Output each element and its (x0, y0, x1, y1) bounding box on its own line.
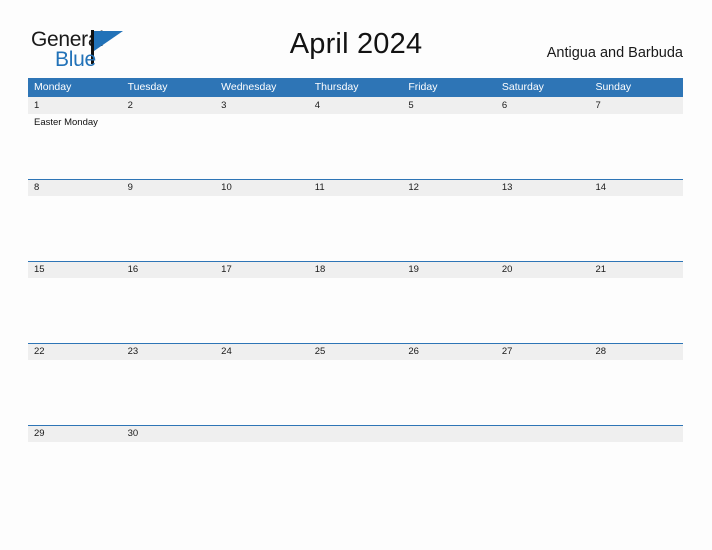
week-body-row (28, 278, 683, 343)
day-cell[interactable] (589, 442, 683, 507)
day-cell[interactable] (589, 278, 683, 343)
day-number[interactable]: 18 (309, 262, 403, 278)
weekday-header-thursday: Thursday (314, 81, 359, 93)
day-cell[interactable]: Easter Monday (28, 114, 122, 179)
day-number[interactable]: 14 (589, 180, 683, 196)
weekday-header-tuesday: Tuesday (127, 81, 168, 93)
calendar-week-row: 15 16 17 18 19 20 21 (28, 261, 683, 343)
day-number[interactable]: 12 (402, 180, 496, 196)
week-body-row (28, 196, 683, 261)
week-body-row: Easter Monday (28, 114, 683, 179)
day-number[interactable]: 17 (215, 262, 309, 278)
week-body-row (28, 442, 683, 507)
day-number[interactable]: 28 (589, 344, 683, 360)
day-cell[interactable] (589, 360, 683, 425)
weekday-header-saturday: Saturday (501, 81, 544, 93)
day-number[interactable]: 24 (215, 344, 309, 360)
day-number[interactable]: 4 (309, 98, 403, 114)
week-date-band: 29 30 (28, 425, 683, 442)
day-number[interactable]: 25 (309, 344, 403, 360)
day-cell[interactable] (215, 442, 309, 507)
day-cell[interactable] (122, 114, 216, 179)
day-cell[interactable] (402, 114, 496, 179)
calendar-week-row: 29 30 (28, 425, 683, 507)
day-cell[interactable] (215, 114, 309, 179)
day-cell[interactable] (309, 360, 403, 425)
day-number[interactable]: 13 (496, 180, 590, 196)
calendar-weeks: 1 2 3 4 5 6 7 Easter Monday 8 9 10 11 12 13 14 15 16 17 18… (28, 97, 683, 507)
day-number[interactable]: 3 (215, 98, 309, 114)
day-number[interactable]: 2 (122, 98, 216, 114)
weekday-header-monday: Monday (34, 81, 72, 93)
day-cell[interactable] (496, 442, 590, 507)
day-cell[interactable] (309, 196, 403, 261)
day-number[interactable]: 27 (496, 344, 590, 360)
day-cell[interactable] (122, 278, 216, 343)
day-number-empty (589, 426, 683, 442)
holiday-event: Easter Monday (34, 117, 98, 128)
calendar-week-row: 22 23 24 25 26 27 28 (28, 343, 683, 425)
day-cell[interactable] (402, 278, 496, 343)
week-date-band: 8 9 10 11 12 13 14 (28, 179, 683, 196)
day-cell[interactable] (215, 196, 309, 261)
day-number[interactable]: 5 (402, 98, 496, 114)
calendar-week-row: 8 9 10 11 12 13 14 (28, 179, 683, 261)
day-number[interactable]: 30 (122, 426, 216, 442)
day-number[interactable]: 26 (402, 344, 496, 360)
day-number[interactable]: 7 (589, 98, 683, 114)
day-number[interactable]: 15 (28, 262, 122, 278)
weekday-header-friday: Friday (408, 81, 438, 93)
day-number-empty (215, 426, 309, 442)
week-date-band: 15 16 17 18 19 20 21 (28, 261, 683, 278)
calendar-page: General Blue April 2024 Antigua and Barb… (0, 0, 712, 550)
day-number[interactable]: 19 (402, 262, 496, 278)
day-cell[interactable] (215, 278, 309, 343)
day-number[interactable]: 11 (309, 180, 403, 196)
day-cell[interactable] (28, 196, 122, 261)
day-number-empty (496, 426, 590, 442)
day-cell[interactable] (496, 360, 590, 425)
day-cell[interactable] (309, 114, 403, 179)
day-cell[interactable] (589, 114, 683, 179)
day-cell[interactable] (589, 196, 683, 261)
day-number[interactable]: 21 (589, 262, 683, 278)
day-cell[interactable] (309, 442, 403, 507)
day-number-empty (309, 426, 403, 442)
day-cell[interactable] (309, 278, 403, 343)
day-number[interactable]: 9 (122, 180, 216, 196)
day-cell[interactable] (402, 196, 496, 261)
day-cell[interactable] (122, 196, 216, 261)
day-cell[interactable] (28, 442, 122, 507)
day-cell[interactable] (402, 360, 496, 425)
day-number[interactable]: 20 (496, 262, 590, 278)
day-cell[interactable] (215, 360, 309, 425)
day-number[interactable]: 6 (496, 98, 590, 114)
day-cell[interactable] (496, 196, 590, 261)
day-number[interactable]: 1 (28, 98, 122, 114)
day-number[interactable]: 16 (122, 262, 216, 278)
weekday-header-row: Monday Tuesday Wednesday Thursday Friday Satu… (28, 78, 683, 97)
day-number[interactable]: 23 (122, 344, 216, 360)
day-number[interactable]: 29 (28, 426, 122, 442)
week-date-band: 1234567 (28, 97, 683, 114)
day-number[interactable]: 22 (28, 344, 122, 360)
week-body-row (28, 360, 683, 425)
weekday-header-sunday: Sunday (595, 81, 632, 93)
day-cell[interactable] (496, 278, 590, 343)
day-cell[interactable] (402, 442, 496, 507)
day-number-empty (402, 426, 496, 442)
day-cell[interactable] (28, 278, 122, 343)
country-label: Antigua and Barbuda (546, 45, 683, 61)
day-cell[interactable] (496, 114, 590, 179)
day-cell[interactable] (122, 360, 216, 425)
day-number[interactable]: 8 (28, 180, 122, 196)
page-header: General Blue April 2024 Antigua and Barb… (0, 0, 712, 78)
calendar-week-row: 1 2 3 4 5 6 7 Easter Monday (28, 97, 683, 179)
weekday-header-wednesday: Wednesday (221, 81, 277, 93)
week-date-band: 22 23 24 25 26 27 28 (28, 343, 683, 360)
day-cell[interactable] (122, 442, 216, 507)
calendar-table: Monday Tuesday Wednesday Thursday Friday Satu… (28, 78, 683, 507)
day-cell[interactable] (28, 360, 122, 425)
day-number[interactable]: 10 (215, 180, 309, 196)
